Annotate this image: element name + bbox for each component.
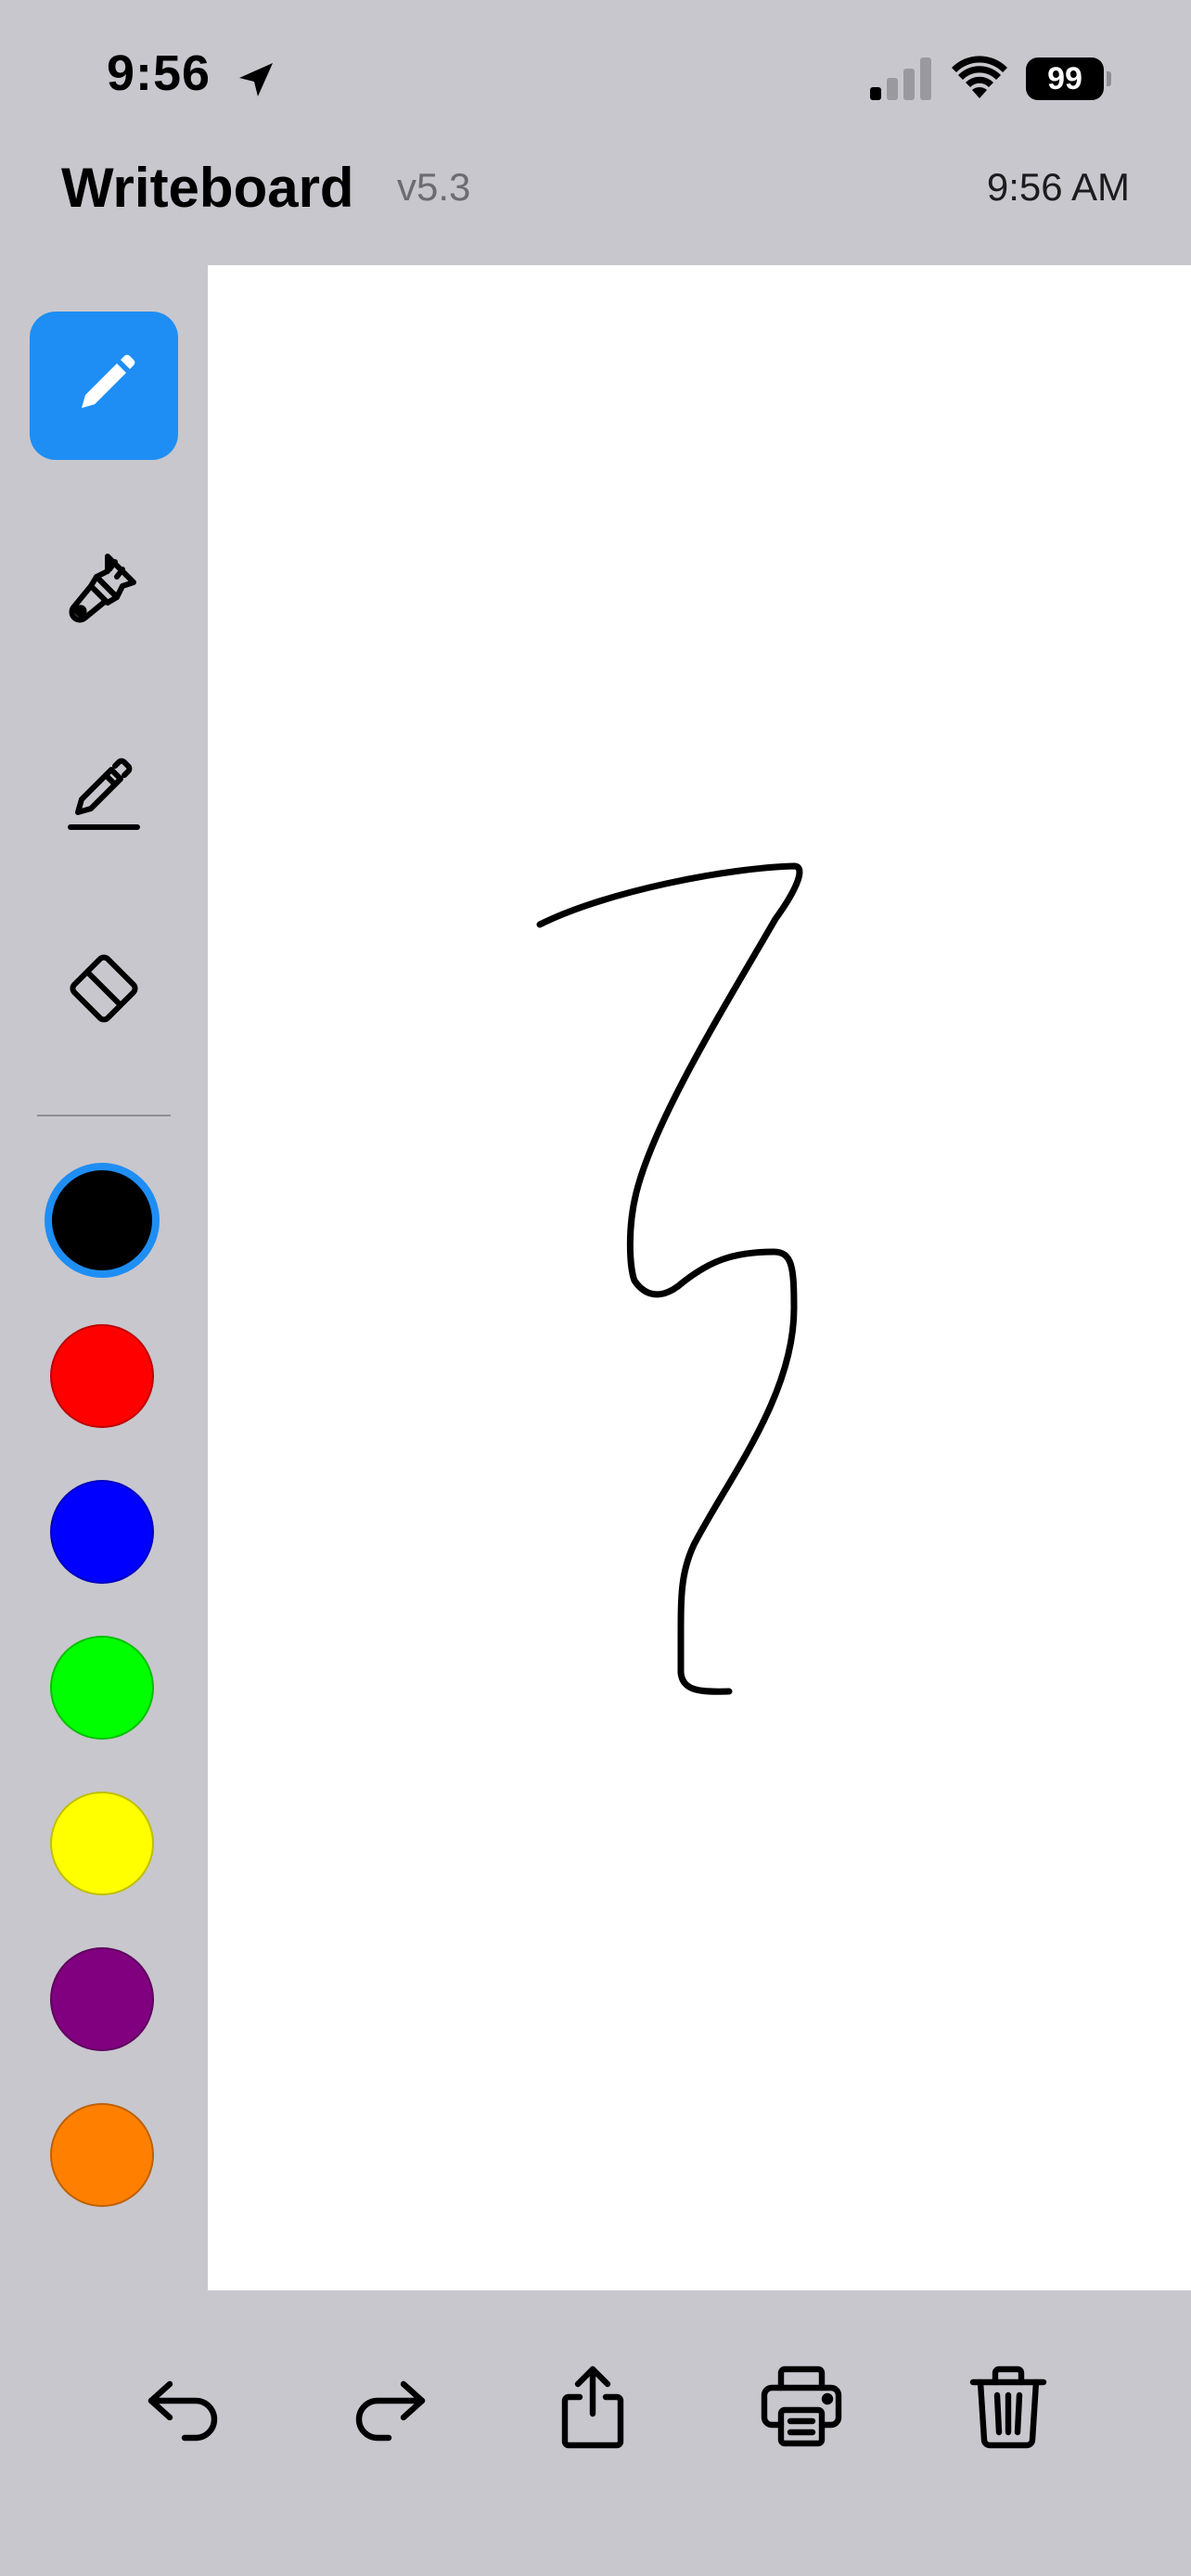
drawing-canvas[interactable] — [208, 265, 1191, 2290]
undo-arrow-icon — [147, 2380, 218, 2442]
redo-arrow-icon — [355, 2380, 426, 2442]
battery-level: 99 — [1026, 57, 1104, 100]
undo-button[interactable] — [134, 2355, 236, 2457]
cellular-signal-icon — [870, 57, 931, 100]
color-swatch-green[interactable] — [50, 1636, 154, 1740]
pen-tool-button[interactable] — [30, 312, 178, 460]
share-icon — [561, 2366, 624, 2449]
eraser-tool-button[interactable] — [30, 914, 178, 1063]
drawn-stroke — [536, 862, 803, 1695]
eraser-icon — [70, 954, 138, 1023]
print-button[interactable] — [750, 2355, 852, 2457]
trash-icon — [969, 2366, 1047, 2449]
battery-icon: 99 — [1026, 57, 1111, 100]
pencil-icon — [82, 354, 135, 408]
drawing-layer — [536, 862, 803, 1695]
color-swatch-blue[interactable] — [50, 1480, 154, 1584]
highlighter-tool-button[interactable] — [30, 720, 178, 868]
status-bar: 9:56 99 — [0, 0, 1191, 148]
wifi-icon — [952, 56, 1007, 98]
battery-cap — [1107, 71, 1111, 86]
header-clock: 9:56 AM — [986, 165, 1130, 209]
color-swatch-orange[interactable] — [50, 2103, 154, 2207]
color-swatch-yellow[interactable] — [50, 1792, 154, 1895]
color-swatch-red[interactable] — [50, 1324, 154, 1428]
paintbrush-icon — [69, 554, 136, 623]
location-arrow-icon — [239, 63, 273, 96]
highlighter-icon — [68, 758, 140, 830]
status-time: 9:56 — [107, 45, 211, 101]
color-swatch-black[interactable] — [45, 1163, 160, 1278]
delete-button[interactable] — [957, 2355, 1059, 2457]
color-swatch-purple[interactable] — [50, 1947, 154, 2051]
share-button[interactable] — [542, 2355, 644, 2457]
brush-tool-button[interactable] — [30, 516, 178, 664]
app-version: v5.3 — [397, 165, 471, 209]
app-title: Writeboard — [61, 157, 354, 219]
toolbar-divider — [37, 1115, 171, 1116]
printer-icon — [761, 2366, 842, 2447]
redo-button[interactable] — [338, 2355, 440, 2457]
